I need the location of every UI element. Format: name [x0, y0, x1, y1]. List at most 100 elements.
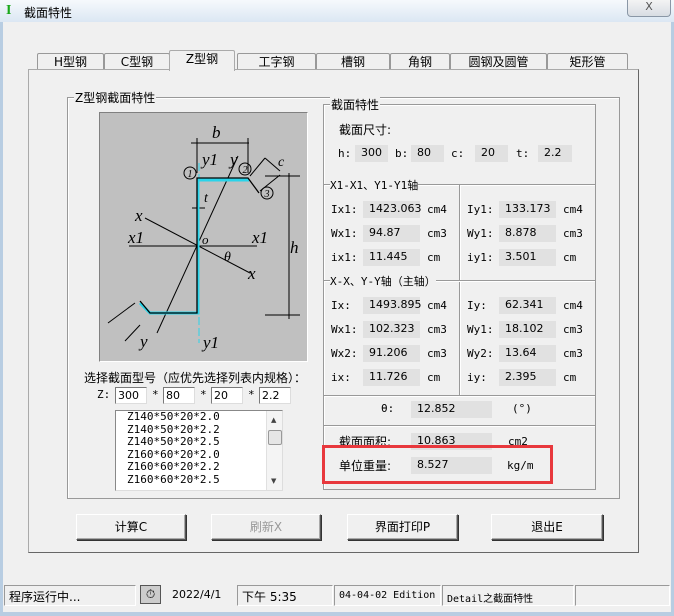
point-3: 3 [264, 189, 270, 200]
property-label: iy1: [467, 251, 494, 264]
section-list[interactable]: Z140*50*20*2.0 Z140*50*20*2.2 Z140*50*20… [115, 410, 283, 491]
scroll-thumb[interactable] [268, 430, 282, 445]
property-value: 2.395 [499, 369, 556, 386]
axis1-title: X1-X1、Y1-Y1轴 [330, 177, 419, 193]
point-2: 2 [243, 165, 248, 176]
status-date: 2022/4/1 [172, 588, 222, 601]
label-y: y [228, 150, 238, 169]
property-value: 3.501 [499, 249, 556, 266]
property-label: Wx2: [331, 347, 358, 360]
label-x-b: x [247, 264, 256, 283]
property-value: 94.87 [363, 225, 420, 242]
weight-label: 单位重量: [339, 459, 392, 473]
t-value: 2.2 [538, 145, 572, 162]
property-unit: cm [427, 371, 441, 384]
list-item[interactable]: Z140*50*20*2.5 [116, 435, 282, 449]
dims-title: 截面尺寸: [339, 123, 392, 137]
print-button[interactable]: 界面打印P [347, 514, 458, 540]
z-label: Z: [97, 388, 111, 401]
calculate-button[interactable]: 计算C [76, 514, 186, 540]
property-label: Wx1: [331, 227, 358, 240]
title-bar: I 截面特性 X [0, 0, 674, 22]
z-section-group-title: Z型钢截面特性 [74, 89, 157, 106]
theta-label: θ: [381, 402, 395, 415]
label-y-b: y [138, 332, 148, 351]
property-label: ix: [331, 371, 351, 384]
property-value: 62.341 [499, 297, 556, 314]
weight-value: 8.527 [411, 457, 492, 474]
section-diagram: b c t h x x x1 x1 y y y1 y1 o θ 1 2 3 [99, 112, 308, 362]
property-unit: cm3 [563, 323, 583, 336]
tab-c-steel[interactable]: C型钢 [104, 53, 170, 70]
label-x: x [134, 206, 143, 225]
tab-i-beam[interactable]: 工字钢 [237, 53, 316, 70]
property-value: 1423.063 [363, 201, 422, 218]
divider [459, 185, 461, 395]
exit-button[interactable]: 退出E [491, 514, 603, 540]
property-value: 133.173 [499, 201, 556, 218]
b-value: 80 [411, 145, 444, 162]
label-y1: y1 [200, 150, 218, 169]
label-o: o [202, 232, 209, 247]
tab-h-steel[interactable]: H型钢 [37, 53, 104, 70]
tab-angle[interactable]: 角钢 [390, 53, 450, 70]
tab-z-steel[interactable]: Z型钢 [169, 50, 235, 71]
b-input[interactable]: 80 [163, 387, 195, 404]
property-unit: cm3 [563, 347, 583, 360]
divider [324, 425, 595, 427]
c-value: 20 [475, 145, 508, 162]
label-b: b [212, 123, 221, 142]
scroll-down-arrow-icon[interactable]: ▼ [271, 477, 276, 485]
refresh-button[interactable]: 刷新X [211, 514, 321, 540]
status-detail: Detail之截面特性 [442, 585, 574, 606]
select-section-label: 选择截面型号（应优先选择列表内规格）： [84, 371, 307, 385]
property-value: 1493.895 [363, 297, 422, 314]
tab-round[interactable]: 圆钢及圆管 [450, 53, 547, 70]
h-input[interactable]: 300 [115, 387, 147, 404]
property-value: 102.323 [363, 321, 420, 338]
c-label: c: [451, 147, 465, 160]
label-x1: x1 [127, 228, 144, 247]
tab-rect-tube[interactable]: 矩形管 [547, 53, 628, 70]
axis2-title: X-X、Y-Y轴（主轴） [330, 273, 436, 289]
property-unit: cm [563, 251, 577, 264]
property-label: Ix: [331, 299, 351, 312]
theta-unit: (°) [512, 402, 532, 415]
property-label: Wx1: [331, 323, 358, 336]
stopwatch-icon: ⏱ [140, 585, 161, 604]
h-value: 300 [355, 145, 388, 162]
divider [324, 395, 595, 397]
h-label: h: [338, 147, 352, 160]
tab-channel[interactable]: 槽钢 [316, 53, 390, 70]
property-unit: cm3 [563, 227, 583, 240]
property-label: Ix1: [331, 203, 358, 216]
list-item[interactable]: Z160*60*20*2.2 [116, 460, 282, 474]
t-input[interactable]: 2.2 [259, 387, 291, 404]
property-unit: cm3 [427, 323, 447, 336]
property-label: Wy1: [467, 227, 494, 240]
label-x1-b: x1 [251, 228, 268, 247]
property-value: 11.726 [363, 369, 420, 386]
property-label: iy: [467, 371, 487, 384]
b-label: b: [395, 147, 409, 160]
theta-value: 12.852 [411, 401, 492, 418]
status-extra [575, 585, 670, 606]
list-scrollbar[interactable]: ▲ ▼ [266, 411, 282, 490]
property-unit: cm4 [427, 299, 447, 312]
close-button[interactable]: X [627, 0, 671, 17]
app-icon: I [6, 3, 12, 18]
label-y1-b: y1 [201, 333, 219, 352]
property-label: Iy1: [467, 203, 494, 216]
list-item[interactable]: Z160*60*20*2.5 [116, 473, 282, 487]
property-label: Wy1: [467, 323, 494, 336]
properties-group-title: 截面特性 [330, 96, 381, 113]
c-input[interactable]: 20 [211, 387, 243, 404]
scroll-up-arrow-icon[interactable]: ▲ [271, 416, 276, 424]
label-h: h [290, 238, 299, 257]
status-edition: 04-04-02 Edition [334, 585, 441, 606]
times-sign: * [200, 388, 207, 401]
t-label: t: [516, 147, 530, 160]
property-unit: cm4 [427, 203, 447, 216]
property-value: 91.206 [363, 345, 420, 362]
list-item[interactable]: Z140*50*20*2.0 [116, 411, 282, 424]
